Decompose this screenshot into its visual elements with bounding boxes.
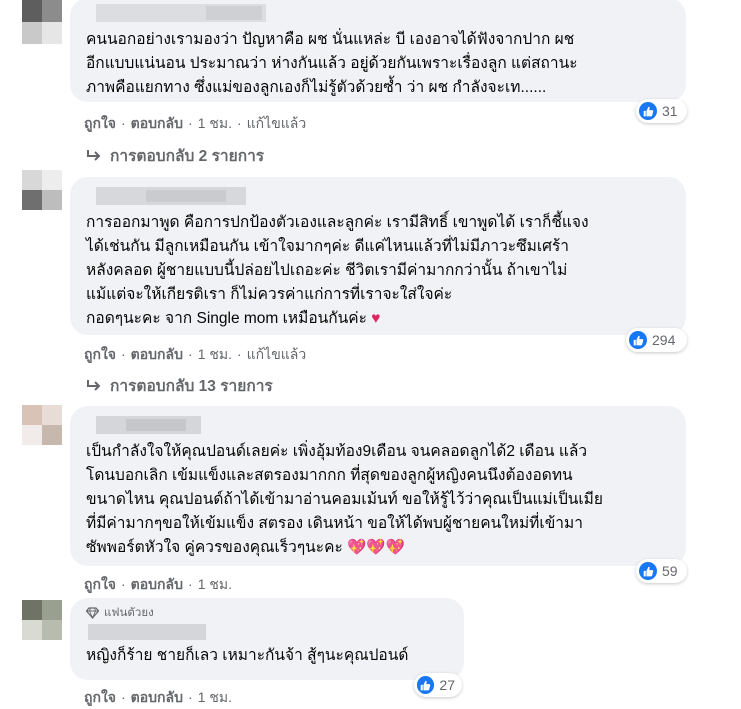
reply-arrow-icon <box>87 149 101 161</box>
like-button[interactable]: ถูกใจ <box>84 689 116 705</box>
reply-button[interactable]: ตอบกลับ <box>131 346 183 362</box>
comment-actions: ถูกใจ · ตอบกลับ · 1 ชม. <box>84 576 232 592</box>
comment-bubble: แฟนตัวยง หญิงก็ร้าย ชายก็เลว เหมาะกันจ้า… <box>70 598 464 680</box>
view-replies-link[interactable]: การตอบกลับ 13 รายการ <box>86 373 273 398</box>
reaction-count[interactable]: 294 <box>626 328 687 352</box>
comment-bubble: การออกมาพูด คือการปกป้องตัวเองและลูกค่ะ … <box>70 177 686 335</box>
edited-label: แก้ไขแล้ว <box>246 115 307 131</box>
avatar[interactable] <box>22 170 62 210</box>
reaction-number: 294 <box>652 332 676 348</box>
like-button[interactable]: ถูกใจ <box>84 576 116 592</box>
view-replies-link[interactable]: การตอบกลับ 2 รายการ <box>86 143 264 168</box>
reaction-number: 31 <box>662 103 678 119</box>
like-button[interactable]: ถูกใจ <box>84 115 116 131</box>
replies-label: การตอบกลับ 2 รายการ <box>110 148 265 165</box>
heart-emoji: 💖💖💖 <box>347 539 406 556</box>
comment-bubble: คนนอกอย่างเรามองว่า ปัญหาคือ ผช นั่นแหล่… <box>70 0 686 102</box>
comment-text-body: การออกมาพูด คือการปกป้องตัวเองและลูกค่ะ … <box>86 214 589 327</box>
comment-text-body: เป็นกำลังใจให้คุณปอนด์เลยค่ะ เพิ่งอุ้มท้… <box>86 443 603 556</box>
comment-actions: ถูกใจ · ตอบกลับ · 1 ชม. <box>84 689 232 705</box>
like-thumb-icon <box>639 102 657 120</box>
avatar[interactable] <box>22 405 62 445</box>
commenter-name[interactable] <box>86 187 672 205</box>
comment-text: หญิงก็ร้าย ชายก็เลว เหมาะกันจ้า สู้ๆนะคุ… <box>86 647 409 664</box>
diamond-badge-icon <box>86 607 99 619</box>
reaction-count[interactable]: 27 <box>414 673 462 697</box>
reply-button[interactable]: ตอบกลับ <box>131 576 183 592</box>
reply-button[interactable]: ตอบกลับ <box>131 689 183 705</box>
top-fan-badge[interactable]: แฟนตัวยง <box>86 604 450 622</box>
timestamp[interactable]: 1 ชม. <box>198 576 232 592</box>
comment-text: การออกมาพูด คือการปกป้องตัวเองและลูกค่ะ … <box>86 211 672 331</box>
comment-bubble: เป็นกำลังใจให้คุณปอนด์เลยค่ะ เพิ่งอุ้มท้… <box>70 406 686 566</box>
avatar[interactable] <box>22 0 62 44</box>
timestamp[interactable]: 1 ชม. <box>198 346 232 362</box>
like-thumb-icon <box>639 562 657 580</box>
reaction-number: 27 <box>439 677 455 693</box>
comment-text: เป็นกำลังใจให้คุณปอนด์เลยค่ะ เพิ่งอุ้มท้… <box>86 440 672 560</box>
reaction-count[interactable]: 31 <box>636 99 687 123</box>
commenter-name[interactable] <box>86 4 672 22</box>
comment-text: คนนอกอย่างเรามองว่า ปัญหาคือ ผช นั่นแหล่… <box>86 31 578 96</box>
reaction-number: 59 <box>662 563 678 579</box>
reaction-count[interactable]: 59 <box>636 559 687 583</box>
reply-button[interactable]: ตอบกลับ <box>131 115 183 131</box>
badge-label: แฟนตัวยง <box>104 607 154 619</box>
heart-emoji: ♥ <box>371 310 381 327</box>
timestamp[interactable]: 1 ชม. <box>198 115 232 131</box>
replies-label: การตอบกลับ 13 รายการ <box>110 378 273 395</box>
like-thumb-icon <box>417 676 435 694</box>
commenter-name[interactable] <box>86 624 450 640</box>
reply-arrow-icon <box>87 379 101 391</box>
edited-label: แก้ไขแล้ว <box>246 346 307 362</box>
like-button[interactable]: ถูกใจ <box>84 346 116 362</box>
like-thumb-icon <box>629 331 647 349</box>
comment-actions: ถูกใจ · ตอบกลับ · 1 ชม. · แก้ไขแล้ว <box>84 346 307 362</box>
comment-actions: ถูกใจ · ตอบกลับ · 1 ชม. · แก้ไขแล้ว <box>84 115 307 131</box>
avatar[interactable] <box>22 600 62 640</box>
commenter-name[interactable] <box>86 416 672 434</box>
timestamp[interactable]: 1 ชม. <box>198 689 232 705</box>
